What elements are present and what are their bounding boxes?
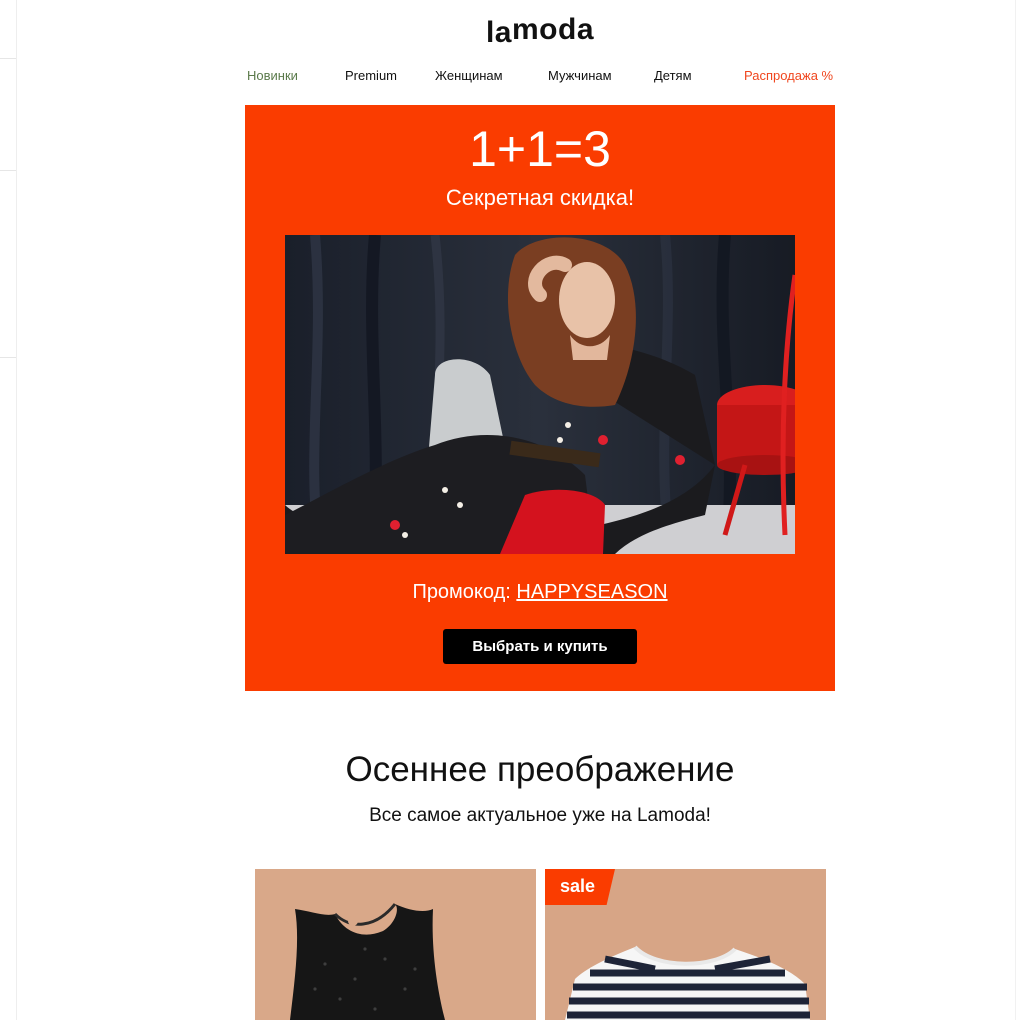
sale-badge: sale	[545, 869, 615, 905]
nav-item-new[interactable]: Новинки	[247, 64, 298, 88]
hero-subtitle: Секретная скидка!	[445, 185, 635, 210]
left-gutter	[0, 0, 17, 1020]
lamoda-logo[interactable]: lamoda	[0, 10, 1024, 50]
promo-hero: 1+1=3 Секретная скидка! Промокод: HAPPYS…	[245, 105, 835, 691]
product-card-striped-top[interactable]: sale	[545, 869, 826, 1020]
gutter-divider	[0, 170, 16, 171]
email-page: lamoda Новинки Premium Женщинам Мужчинам…	[0, 0, 1024, 1020]
section-subtitle: Все самое актуальное уже на Lamoda!	[369, 805, 711, 826]
gutter-divider	[0, 357, 16, 358]
select-and-buy-button[interactable]: Выбрать и купить	[443, 629, 637, 664]
nav-item-sale[interactable]: Распродажа %	[744, 64, 833, 88]
hero-title: 1+1=3	[469, 121, 611, 177]
top-navigation: Новинки Premium Женщинам Мужчинам Детям …	[245, 64, 835, 88]
product-card-sequin-top[interactable]	[255, 869, 536, 1020]
section-title: Осеннее преображение	[345, 750, 735, 789]
black-sequin-top-image	[255, 869, 536, 1020]
model-illustration	[285, 235, 795, 554]
right-gutter	[1015, 0, 1024, 1020]
promo-label: Промокод:	[412, 581, 517, 603]
hero-model-photo[interactable]	[285, 235, 795, 554]
promo-code-link[interactable]: HAPPYSEASON	[516, 581, 667, 603]
promo-code-line: Промокод: HAPPYSEASON	[245, 577, 835, 607]
nav-item-women[interactable]: Женщинам	[435, 64, 503, 88]
gutter-divider	[0, 58, 16, 59]
nav-item-men[interactable]: Мужчинам	[548, 64, 612, 88]
nav-item-premium[interactable]: Premium	[345, 64, 397, 88]
nav-item-kids[interactable]: Детям	[654, 64, 692, 88]
